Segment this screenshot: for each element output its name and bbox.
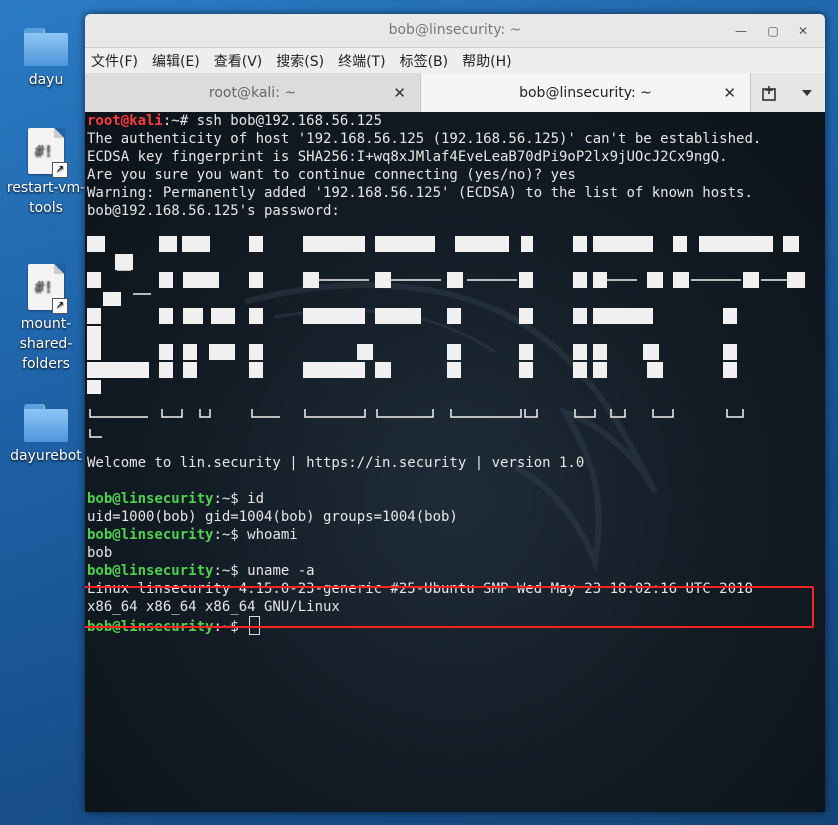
desktop-icon-dayurebot[interactable]: dayurebot <box>0 404 92 466</box>
window-title: bob@linsecurity: ~ <box>388 22 522 38</box>
minimize-icon[interactable]: — <box>733 23 749 39</box>
new-tab-icon[interactable] <box>751 73 788 112</box>
close-tab-icon[interactable]: ✕ <box>723 84 736 102</box>
script-icon: #! ↗ <box>28 128 68 178</box>
folder-icon <box>24 404 68 442</box>
maximize-icon[interactable]: ▢ <box>765 23 781 39</box>
tab-menu-icon[interactable] <box>788 73 825 112</box>
menu-bar: 文件(F) 编辑(E) 查看(V) 搜索(S) 终端(T) 标签(B) 帮助(H… <box>85 48 825 73</box>
desktop-icon-restart-vm-tools[interactable]: #! ↗ restart-vm-tools <box>0 128 92 218</box>
desktop-icon-label: dayu <box>28 72 64 88</box>
terminal-line: Welcome to lin.security | https://in.sec… <box>87 455 585 471</box>
menu-edit[interactable]: 编辑(E) <box>152 51 200 71</box>
menu-file[interactable]: 文件(F) <box>91 51 138 71</box>
terminal-line: Are you sure you want to continue connec… <box>87 167 576 183</box>
terminal-line: Warning: Permanently added '192.168.56.1… <box>87 185 753 201</box>
menu-help[interactable]: 帮助(H) <box>462 51 511 71</box>
terminal-line: bob@linsecurity:~$ uname -a <box>87 563 315 579</box>
terminal-line: root@kali:~# ssh bob@192.168.56.125 <box>87 113 383 129</box>
title-bar[interactable]: bob@linsecurity: ~ — ▢ ✕ <box>85 14 825 48</box>
menu-tabs[interactable]: 标签(B) <box>400 51 449 71</box>
terminal-area[interactable]: root@kali:~# ssh bob@192.168.56.125 The … <box>85 112 825 812</box>
menu-terminal[interactable]: 终端(T) <box>338 51 385 71</box>
terminal-line: bob@192.168.56.125's password: <box>87 203 349 219</box>
terminal-line: bob <box>87 545 113 561</box>
desktop-icon-mount-shared-folders[interactable]: #! ↗ mount-shared-folders <box>0 264 92 374</box>
tab-root-kali[interactable]: root@kali: ~ ✕ <box>85 73 421 112</box>
tab-bob-linsecurity[interactable]: bob@linsecurity: ~ ✕ <box>421 73 751 112</box>
terminal-line: bob@linsecurity:~$ whoami <box>87 527 298 543</box>
close-tab-icon[interactable]: ✕ <box>393 84 406 102</box>
desktop-icon-label: dayurebot <box>10 448 82 464</box>
menu-search[interactable]: 搜索(S) <box>276 51 324 71</box>
desktop-icon-label: restart-vm-tools <box>6 180 86 216</box>
terminal-line: bob@linsecurity:~$ id <box>87 491 265 507</box>
ascii-banner <box>87 236 805 438</box>
desktop-icon-dayu[interactable]: dayu <box>0 28 92 90</box>
tab-label: root@kali: ~ <box>208 84 297 101</box>
highlight-box <box>85 586 814 628</box>
terminal-window: bob@linsecurity: ~ — ▢ ✕ 文件(F) 编辑(E) 查看(… <box>85 14 825 812</box>
script-icon: #! ↗ <box>28 264 68 314</box>
tab-label: bob@linsecurity: ~ <box>519 84 652 101</box>
terminal-line: ECDSA key fingerprint is SHA256:I+wq8xJM… <box>87 149 728 165</box>
close-icon[interactable]: ✕ <box>795 23 811 39</box>
desktop-icon-label: mount-shared-folders <box>19 316 73 372</box>
terminal-line: The authenticity of host '192.168.56.125… <box>87 131 762 147</box>
menu-view[interactable]: 查看(V) <box>214 51 263 71</box>
folder-icon <box>24 28 68 66</box>
terminal-line: uid=1000(bob) gid=1004(bob) groups=1004(… <box>87 509 458 525</box>
tab-bar: root@kali: ~ ✕ bob@linsecurity: ~ ✕ <box>85 73 825 113</box>
